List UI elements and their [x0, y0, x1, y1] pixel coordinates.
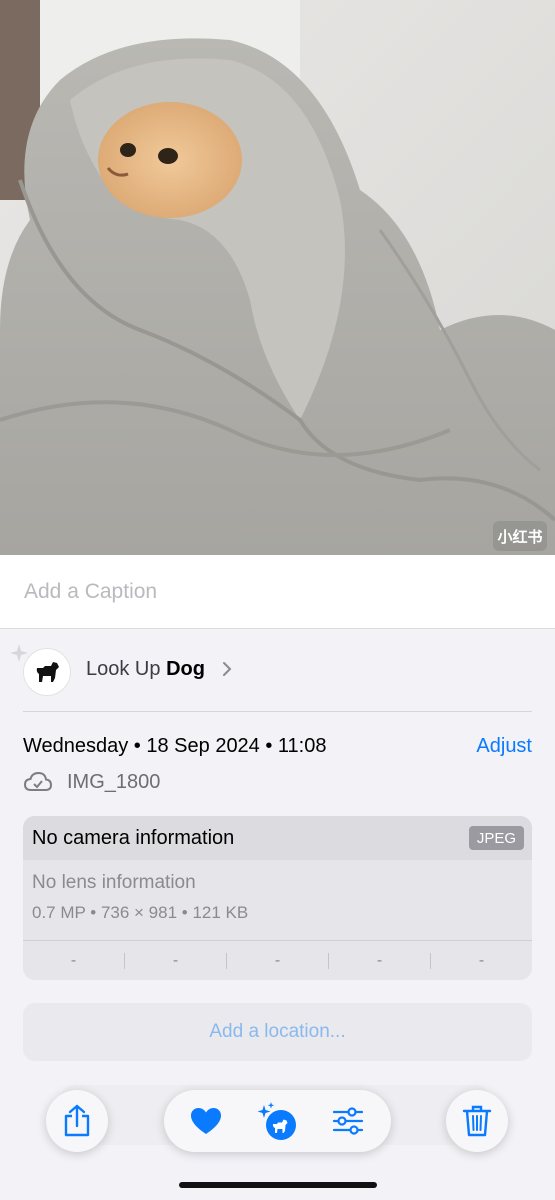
look-up-row[interactable]: Look Up Dog [0, 628, 555, 712]
dog-icon [23, 648, 71, 696]
exif-stat: - [376, 952, 383, 969]
camera-header: No camera information JPEG [23, 816, 532, 860]
look-up-label: Look Up Dog [86, 658, 205, 681]
adjust-sliders-icon [332, 1107, 364, 1135]
photo-view[interactable]: 小红书 [0, 0, 555, 555]
exif-stats-row: - - - - - [23, 940, 532, 980]
trash-icon [462, 1105, 492, 1137]
image-details: 0.7 MP • 736 × 981 • 121 KB [32, 903, 249, 922]
date-time: Wednesday • 18 Sep 2024 • 11:08 [23, 735, 327, 757]
look-up-subject: Dog [166, 658, 205, 680]
favorite-heart-icon [191, 1108, 221, 1134]
camera-info-card: No camera information JPEG No lens infor… [23, 816, 532, 980]
photo-actions-pill [164, 1090, 391, 1152]
exif-stat: - [70, 952, 77, 969]
divider [23, 711, 532, 712]
look-up-prefix: Look Up [86, 658, 161, 680]
exif-stat: - [478, 952, 485, 969]
add-location-button[interactable]: Add a location... [23, 1003, 532, 1061]
file-name: IMG_1800 [67, 770, 161, 793]
exif-stat: - [172, 952, 179, 969]
adjust-button[interactable]: Adjust [476, 735, 532, 758]
delete-button[interactable] [446, 1090, 508, 1152]
exif-stat: - [274, 952, 281, 969]
favorite-button[interactable] [186, 1090, 226, 1152]
format-badge: JPEG [468, 826, 524, 850]
watermark-logo: 小红书 [493, 521, 547, 551]
home-indicator[interactable] [179, 1182, 377, 1188]
share-icon [64, 1104, 90, 1137]
caption-input[interactable] [24, 575, 524, 609]
share-button[interactable] [46, 1090, 108, 1152]
visual-lookup-icon [257, 1102, 296, 1140]
file-row: IMG_1800 [23, 768, 160, 796]
camera-title: No camera information [32, 827, 235, 849]
lens-title: No lens information [32, 872, 196, 893]
edit-button[interactable] [328, 1090, 368, 1152]
chevron-right-icon [223, 662, 232, 676]
visual-lookup-button[interactable] [252, 1090, 302, 1152]
caption-area [0, 555, 555, 629]
cat-in-blanket-photo [0, 0, 555, 555]
cloud-icon [23, 771, 53, 791]
